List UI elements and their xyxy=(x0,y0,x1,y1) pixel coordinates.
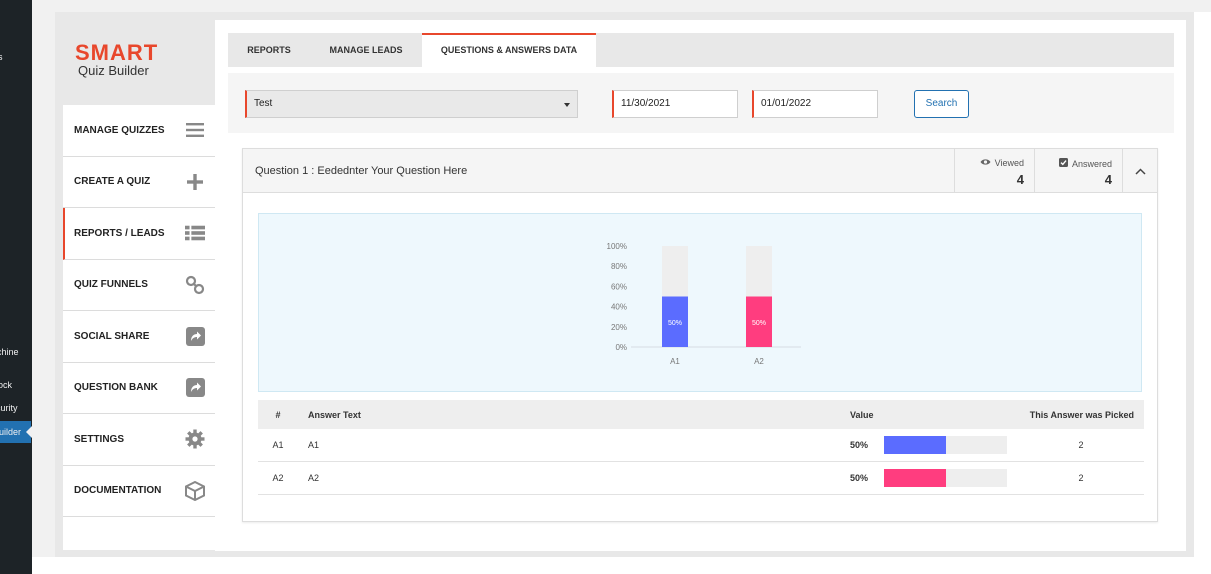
menu-item-label: QUESTION BANK xyxy=(74,382,158,394)
page-bottom-edge xyxy=(32,557,1211,574)
chart-y-tick-label: 80% xyxy=(611,262,627,271)
collapse-button[interactable] xyxy=(1122,149,1157,193)
wp-menu-item-partial[interactable]: s xyxy=(0,52,3,62)
search-button[interactable]: Search xyxy=(914,90,969,118)
menu-item-label: CREATE A QUIZ xyxy=(74,176,151,188)
header-answer-text: Answer Text xyxy=(308,409,361,420)
question-card-header: Question 1 : Eedednter Your Question Her… xyxy=(243,149,1157,193)
plugin-sidebar: SMART Quiz Builder MANAGE QUIZZES CREATE… xyxy=(55,20,223,550)
row-num: A1 xyxy=(272,440,284,450)
logo-sub-text: Quiz Builder xyxy=(78,63,149,78)
answered-label: Answered xyxy=(1071,158,1112,169)
table-row: A1 A1 50% 2 xyxy=(258,429,1144,462)
row-value-bar-fill xyxy=(884,469,946,487)
filter-bar: Test 11/30/2021 01/01/2022 Search xyxy=(228,73,1174,133)
viewed-label: Viewed xyxy=(994,158,1024,168)
table-row: A2 A2 50% 2 xyxy=(258,462,1144,495)
chevron-down-icon xyxy=(564,103,570,107)
row-value-bar xyxy=(884,469,1007,487)
list-lines-icon xyxy=(185,120,205,140)
menu-item-label: QUIZ FUNNELS xyxy=(74,279,148,291)
chart-x-tick-label: A1 xyxy=(670,357,680,366)
eye-icon xyxy=(980,158,991,168)
row-value: 50% xyxy=(850,440,869,450)
active-menu-arrow-icon xyxy=(26,426,32,438)
question-card: Question 1 : Eedednter Your Question Her… xyxy=(242,148,1158,522)
row-value: 50% xyxy=(850,473,869,483)
menu-item-quiz-funnels[interactable]: QUIZ FUNNELS xyxy=(63,260,215,311)
question-title: Question 1 : Eedednter Your Question Her… xyxy=(255,165,468,177)
menu-item-label: DOCUMENTATION xyxy=(74,485,162,497)
table-header: # Answer Text Value This Answer was Pick… xyxy=(258,400,1144,429)
chart-y-tick-label: 0% xyxy=(615,343,627,352)
answers-table: # Answer Text Value This Answer was Pick… xyxy=(258,400,1144,495)
menu-item-reports-leads[interactable]: REPORTS / LEADS xyxy=(63,208,215,260)
plugin-container: SMART Quiz Builder MANAGE QUIZZES CREATE… xyxy=(55,12,1194,557)
chevron-up-icon xyxy=(1134,162,1146,180)
viewed-stat: Viewed 4 xyxy=(954,149,1034,193)
row-answer-text: A2 xyxy=(308,473,320,483)
row-value-bar-fill xyxy=(884,436,946,454)
chain-link-icon xyxy=(185,275,205,295)
row-answer-text: A1 xyxy=(308,440,320,450)
answers-bar-chart: 0% 20% 40% 60% 80% 100% 50% A1 50% A2 xyxy=(607,242,801,366)
share-arrow-icon xyxy=(185,326,205,346)
wp-admin-sidebar: s chine ock curity uilder xyxy=(0,0,32,574)
menu-item-label: SETTINGS xyxy=(74,433,125,445)
date-to-field[interactable]: 01/01/2022 xyxy=(752,90,878,118)
quiz-select[interactable]: Test xyxy=(245,90,578,118)
tab-manage-leads[interactable]: MANAGE LEADS xyxy=(310,33,422,67)
logo: SMART Quiz Builder xyxy=(55,20,223,105)
row-picked-count: 2 xyxy=(1078,440,1084,450)
menu-item-settings[interactable]: SETTINGS xyxy=(63,414,215,466)
gear-icon xyxy=(185,429,205,449)
row-num: A2 xyxy=(272,473,284,483)
share-arrow-icon xyxy=(185,378,205,398)
chart-bar-value-label: 50% xyxy=(752,320,766,327)
plus-icon xyxy=(185,172,205,192)
answered-stat: Answered 4 xyxy=(1034,149,1122,193)
menu-item-create-quiz[interactable]: CREATE A QUIZ xyxy=(63,157,215,208)
tab-reports[interactable]: REPORTS xyxy=(228,33,310,67)
report-tabs: REPORTS MANAGE LEADS QUESTIONS & ANSWERS… xyxy=(228,33,1174,67)
answered-count: 4 xyxy=(1104,172,1112,187)
admin-top-strip xyxy=(32,0,1211,12)
page-right-edge xyxy=(1194,12,1211,574)
menu-item-label: SOCIAL SHARE xyxy=(74,330,150,342)
tab-questions-answers-data[interactable]: QUESTIONS & ANSWERS DATA xyxy=(422,33,596,67)
chart-y-tick-label: 100% xyxy=(607,242,627,251)
viewed-count: 4 xyxy=(1016,172,1024,187)
chart-x-tick-label: A2 xyxy=(754,357,764,366)
header-num: # xyxy=(275,409,281,420)
checkbox-checked-icon xyxy=(1058,158,1068,169)
menu-item-label: MANAGE QUIZZES xyxy=(74,124,165,136)
chart-y-tick-label: 20% xyxy=(611,323,627,332)
main-panel: REPORTS MANAGE LEADS QUESTIONS & ANSWERS… xyxy=(215,20,1186,551)
answers-chart: 0% 20% 40% 60% 80% 100% 50% A1 50% A2 xyxy=(258,213,1142,392)
menu-item-label: REPORTS / LEADS xyxy=(74,227,165,239)
wp-menu-item-partial[interactable]: curity xyxy=(0,403,18,413)
menu-item-social-share[interactable]: SOCIAL SHARE xyxy=(63,311,215,363)
wp-menu-item-partial[interactable]: chine xyxy=(0,347,19,357)
menu-item-manage-quizzes[interactable]: MANAGE QUIZZES xyxy=(63,105,215,157)
cube-icon xyxy=(185,480,205,501)
wp-menu-item-partial[interactable]: ock xyxy=(0,380,12,390)
header-value: Value xyxy=(850,409,874,420)
quiz-select-value: Test xyxy=(254,98,273,109)
chart-bar-value-label: 50% xyxy=(668,320,682,327)
row-value-bar xyxy=(884,436,1007,454)
list-bullets-icon xyxy=(185,223,205,243)
menu-item-documentation[interactable]: DOCUMENTATION xyxy=(63,466,215,517)
logo-main-text: SMART xyxy=(75,40,159,65)
plugin-menu: MANAGE QUIZZES CREATE A QUIZ REPORTS / L… xyxy=(63,105,215,517)
header-picked: This Answer was Picked xyxy=(1029,409,1134,420)
menu-item-question-bank[interactable]: QUESTION BANK xyxy=(63,363,215,414)
chart-y-tick-label: 60% xyxy=(611,282,627,291)
row-picked-count: 2 xyxy=(1078,473,1084,483)
chart-y-tick-label: 40% xyxy=(611,303,627,312)
date-from-field[interactable]: 11/30/2021 xyxy=(612,90,738,118)
